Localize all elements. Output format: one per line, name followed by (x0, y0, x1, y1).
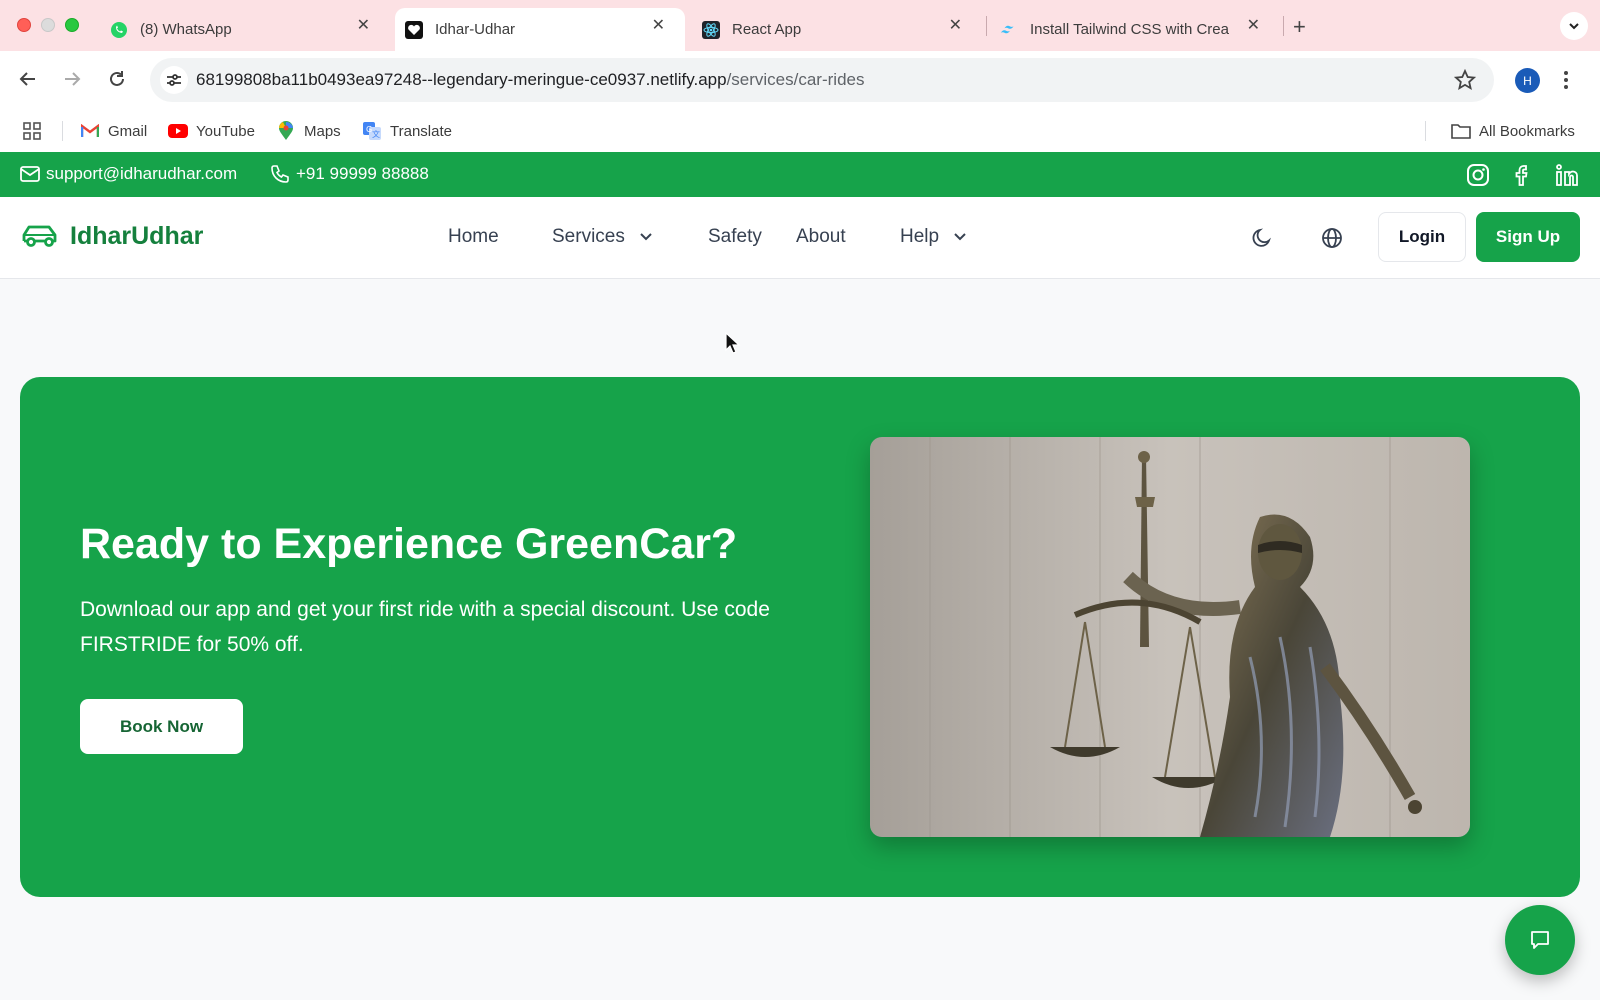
book-now-button[interactable]: Book Now (80, 699, 243, 754)
facebook-icon[interactable] (1510, 162, 1536, 188)
tab-title: Install Tailwind CSS with Crea (1030, 21, 1229, 38)
chevron-down-icon (954, 233, 966, 241)
profile-avatar[interactable]: H (1515, 68, 1540, 93)
bookmark-youtube[interactable]: YouTube (168, 121, 255, 141)
chevron-down-icon (1569, 23, 1579, 30)
arrow-right-icon (65, 72, 81, 86)
car-icon (22, 225, 57, 247)
tab-tailwind[interactable]: Install Tailwind CSS with Crea ✕ (990, 8, 1280, 51)
linkedin-icon[interactable] (1554, 162, 1580, 188)
nav-services-label: Services (552, 226, 625, 247)
email-contact[interactable]: support@idharudhar.com (20, 164, 237, 184)
whatsapp-icon (110, 21, 128, 39)
cta-description: Download our app and get your first ride… (80, 598, 770, 656)
arrow-left-icon (19, 72, 35, 86)
url-host: 68199808ba11b0493ea97248--legendary-meri… (196, 70, 727, 89)
email-text: support@idharudhar.com (46, 164, 238, 183)
all-bookmarks-button[interactable]: All Bookmarks (1451, 121, 1575, 141)
site-logo[interactable]: IdharUdhar (20, 221, 203, 251)
translate-icon: G文 (362, 121, 382, 141)
logo-text: IdharUdhar (70, 221, 204, 250)
apps-grid-icon[interactable] (22, 121, 42, 141)
close-icon[interactable]: ✕ (1247, 15, 1260, 35)
bookmark-label: YouTube (196, 122, 255, 140)
maps-icon (276, 121, 296, 141)
nav-help[interactable]: Help (900, 226, 967, 248)
bookmark-separator (1425, 121, 1426, 141)
signup-button[interactable]: Sign Up (1476, 212, 1580, 262)
new-tab-button[interactable]: + (1293, 14, 1306, 40)
tab-idhar-udhar[interactable]: Idhar-Udhar ✕ (395, 8, 685, 51)
tab-separator (986, 16, 987, 36)
window-maximize-button[interactable] (65, 18, 79, 32)
nav-safety[interactable]: Safety (708, 226, 762, 248)
globe-icon (1322, 228, 1342, 248)
bookmark-label: Gmail (108, 122, 148, 140)
close-icon[interactable]: ✕ (949, 15, 962, 35)
address-bar[interactable]: 68199808ba11b0493ea97248--legendary-meri… (150, 58, 1494, 102)
tab-separator (1283, 16, 1284, 36)
tab-title: Idhar-Udhar (435, 21, 516, 38)
instagram-icon[interactable] (1465, 162, 1491, 188)
bookmark-maps[interactable]: Maps (276, 121, 341, 141)
nav-services[interactable]: Services (552, 226, 653, 248)
react-icon (702, 20, 720, 39)
moon-icon (1252, 228, 1271, 247)
language-button[interactable] (1318, 224, 1346, 252)
svg-text:文: 文 (372, 129, 380, 139)
chevron-down-icon (640, 233, 652, 241)
site-settings-icon[interactable] (160, 66, 188, 94)
site-header: IdharUdhar Home Services Safety About He… (0, 197, 1600, 279)
lady-justice-statue-image (870, 437, 1470, 837)
heart-icon (405, 20, 423, 39)
url-text: 68199808ba11b0493ea97248--legendary-meri… (196, 70, 864, 90)
login-button[interactable]: Login (1378, 212, 1466, 262)
dark-mode-toggle[interactable] (1248, 224, 1276, 252)
close-icon[interactable]: ✕ (652, 15, 665, 35)
phone-text: +91 99999 88888 (296, 164, 429, 183)
chat-button[interactable] (1505, 905, 1575, 975)
tab-title: React App (732, 21, 802, 38)
tab-search-button[interactable] (1560, 12, 1588, 40)
youtube-icon (168, 121, 188, 141)
nav-about[interactable]: About (796, 226, 846, 248)
contact-bar: support@idharudhar.com +91 99999 88888 (0, 152, 1600, 197)
url-path: /services/car-rides (726, 70, 865, 89)
forward-button[interactable] (60, 67, 84, 91)
bookmark-gmail[interactable]: Gmail (80, 121, 147, 141)
browser-tab-bar: (8) WhatsApp ✕ Idhar-Udhar ✕ React App ✕… (0, 0, 1600, 51)
browser-menu-icon[interactable] (1563, 69, 1569, 96)
nav-home[interactable]: Home (448, 226, 499, 248)
bookmark-label: Maps (304, 122, 341, 140)
cta-title: Ready to Experience GreenCar? (80, 520, 738, 568)
window-close-button[interactable] (17, 18, 31, 32)
bookmarks-bar: Gmail YouTube Maps G文 Translate All Book… (0, 111, 1600, 151)
reload-icon (110, 71, 124, 86)
cta-banner: Ready to Experience GreenCar? Download o… (20, 377, 1580, 897)
bookmark-translate[interactable]: G文 Translate (362, 121, 452, 141)
close-icon[interactable]: ✕ (357, 15, 370, 35)
gmail-icon (80, 121, 100, 141)
phone-icon (271, 165, 289, 183)
mouse-cursor-icon (725, 331, 741, 361)
browser-toolbar: 68199808ba11b0493ea97248--legendary-meri… (0, 51, 1600, 159)
window-minimize-button[interactable] (41, 18, 55, 32)
bookmark-label: Translate (390, 122, 452, 140)
chat-bubble-icon (1531, 931, 1549, 949)
all-bookmarks-label: All Bookmarks (1479, 122, 1575, 140)
tab-title: (8) WhatsApp (140, 21, 232, 38)
nav-help-label: Help (900, 226, 940, 247)
bookmark-separator (62, 121, 63, 141)
back-button[interactable] (16, 67, 40, 91)
tab-whatsapp[interactable]: (8) WhatsApp ✕ (100, 8, 390, 51)
tailwind-icon (1000, 21, 1018, 39)
phone-contact[interactable]: +91 99999 88888 (270, 164, 429, 184)
reload-button[interactable] (105, 67, 129, 91)
bookmark-star-icon[interactable] (1453, 68, 1477, 96)
mail-icon (20, 166, 40, 182)
tab-react-app[interactable]: React App ✕ (692, 8, 982, 51)
hero-image (870, 437, 1470, 837)
folder-icon (1451, 121, 1471, 141)
